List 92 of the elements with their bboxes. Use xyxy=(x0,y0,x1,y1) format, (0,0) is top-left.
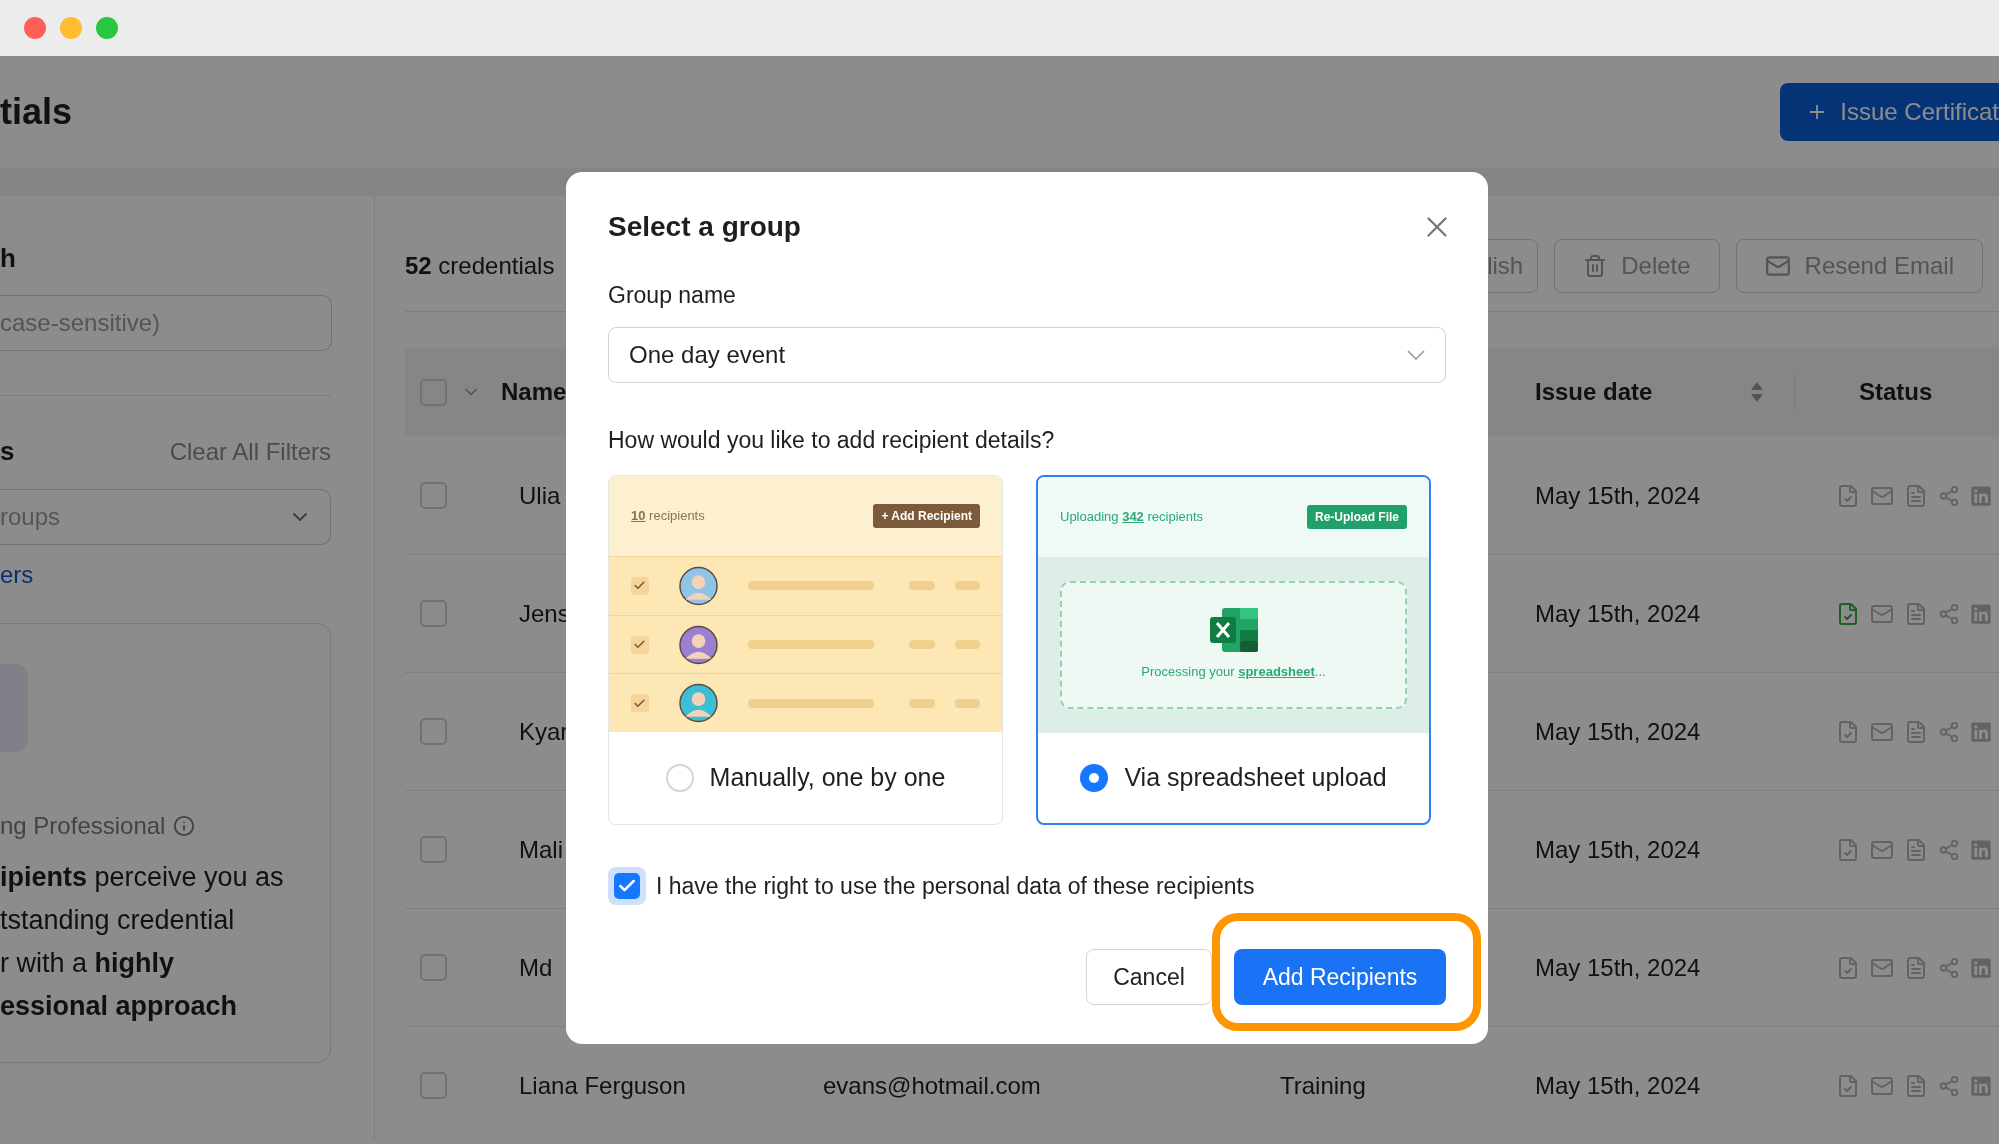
page-title: tials xyxy=(0,90,73,134)
row-checkbox[interactable] xyxy=(420,600,447,627)
upload-status: Uploading 342 recipients xyxy=(1060,508,1204,527)
resend-email-button[interactable]: Resend Email xyxy=(1735,238,1983,293)
group-name: Training xyxy=(1280,1071,1366,1099)
placeholder-bar xyxy=(954,581,980,591)
linkedin-icon[interactable] xyxy=(1970,956,1992,979)
radio-button[interactable] xyxy=(1080,764,1109,792)
recipient-name: Liana Ferguson xyxy=(519,1071,686,1099)
share-icon[interactable] xyxy=(1938,602,1960,625)
placeholder-bar xyxy=(954,640,980,649)
certificate-icon[interactable] xyxy=(1836,601,1860,626)
filters-link[interactable]: ers xyxy=(0,557,34,593)
placeholder-bar xyxy=(954,698,980,708)
document-icon[interactable] xyxy=(1904,837,1928,862)
cancel-button[interactable]: Cancel xyxy=(1086,949,1212,1005)
info-icon[interactable] xyxy=(173,815,196,837)
search-field[interactable]: case-sensitive) xyxy=(0,295,332,351)
option-card[interactable]: 10 recipients + Add Recipient Manually, one by one xyxy=(608,475,1003,825)
linkedin-icon[interactable] xyxy=(1970,720,1992,743)
linkedin-icon[interactable] xyxy=(1970,484,1992,507)
delete-button[interactable]: Delete xyxy=(1554,238,1720,293)
group-dropdown[interactable]: roups xyxy=(0,489,331,545)
linkedin-icon[interactable] xyxy=(1970,602,1992,625)
group-name-select[interactable]: One day event xyxy=(608,326,1446,383)
consent-checkbox[interactable] xyxy=(608,867,646,905)
issue-date: May 15th, 2024 xyxy=(1535,953,1701,981)
certificate-icon[interactable] xyxy=(1836,837,1860,862)
linkedin-icon[interactable] xyxy=(1970,1074,1992,1097)
recipient-name: Mali xyxy=(519,835,563,863)
re-upload-button: Re-Upload File xyxy=(1307,505,1407,529)
recipient-name: Ulia xyxy=(519,481,561,509)
credentials-count: 52 credentials xyxy=(405,250,555,281)
option-card[interactable]: Uploading 342 recipients Re-Upload File Processing your spreadsheet... Via spreadsheet upload xyxy=(1036,475,1431,825)
clear-filters-link[interactable]: Clear All Filters xyxy=(169,433,331,470)
search-label: h xyxy=(0,242,17,275)
certificate-icon[interactable] xyxy=(1836,483,1860,508)
issue-certificate-button[interactable]: Issue Certificat xyxy=(1780,83,1999,141)
share-icon[interactable] xyxy=(1938,720,1960,743)
row-checkbox[interactable] xyxy=(420,718,447,745)
add-recipients-button[interactable]: Add Recipients xyxy=(1234,949,1446,1005)
share-icon[interactable] xyxy=(1938,484,1960,507)
add-recipient-button: + Add Recipient xyxy=(873,504,980,528)
row-checkbox[interactable] xyxy=(420,1072,447,1099)
recipient-count: 10 recipients xyxy=(631,507,705,526)
promo-text: ipients perceive you as tstanding credential r with a highly essional approach xyxy=(0,861,285,1023)
document-icon[interactable] xyxy=(1904,483,1928,508)
group-name-label: Group name xyxy=(608,281,737,310)
document-icon[interactable] xyxy=(1904,601,1928,626)
placeholder-bar xyxy=(909,640,935,649)
chevron-down-icon xyxy=(1407,349,1425,360)
question-text: How would you like to add recipient details? xyxy=(608,425,1056,455)
recipient-email: evans@hotmail.com xyxy=(823,1071,1041,1099)
dialog-title: Select a group xyxy=(608,210,801,244)
minimize-window-button[interactable] xyxy=(60,17,82,39)
column-header: Issue date xyxy=(1535,377,1653,407)
placeholder-bar xyxy=(909,581,935,591)
share-icon[interactable] xyxy=(1938,956,1960,979)
promo-title: ng Professional xyxy=(0,811,166,841)
maximize-window-button[interactable] xyxy=(96,17,118,39)
document-icon[interactable] xyxy=(1904,1073,1928,1098)
issue-date: May 15th, 2024 xyxy=(1535,599,1701,627)
linkedin-icon[interactable] xyxy=(1970,838,1992,861)
certificate-icon[interactable] xyxy=(1836,955,1860,980)
certificate-icon[interactable] xyxy=(1836,719,1860,744)
document-icon[interactable] xyxy=(1904,955,1928,980)
consent-label: I have the right to use the personal data of these recipients xyxy=(656,871,1255,901)
sort-icon[interactable] xyxy=(1750,381,1764,403)
trash-icon xyxy=(1583,253,1608,278)
share-icon[interactable] xyxy=(1938,838,1960,861)
processing-message: Processing your spreadsheet... xyxy=(1141,663,1326,682)
placeholder-bar xyxy=(909,698,935,708)
option-label: Manually, one by one xyxy=(709,762,946,794)
close-window-button[interactable] xyxy=(24,17,46,39)
issue-date: May 15th, 2024 xyxy=(1535,1071,1701,1099)
row-checkbox[interactable] xyxy=(420,954,447,981)
row-checkbox[interactable] xyxy=(420,836,447,863)
issue-date: May 15th, 2024 xyxy=(1535,835,1701,863)
column-header: Status xyxy=(1859,377,1933,407)
recipient-name: Md xyxy=(519,953,553,981)
column-header: Name xyxy=(501,377,567,407)
document-icon[interactable] xyxy=(1904,719,1928,744)
row-checkbox[interactable] xyxy=(420,482,447,509)
filters-label: s xyxy=(0,435,15,468)
option-label: Via spreadsheet upload xyxy=(1124,762,1387,794)
share-icon[interactable] xyxy=(1938,1074,1960,1097)
radio-button[interactable] xyxy=(665,764,694,792)
issue-date: May 15th, 2024 xyxy=(1535,717,1701,745)
issue-date: May 15th, 2024 xyxy=(1535,481,1701,509)
recipient-name: Kyar xyxy=(519,717,569,745)
certificate-icon[interactable] xyxy=(1836,1073,1860,1098)
spreadsheet-icon xyxy=(1209,608,1258,653)
